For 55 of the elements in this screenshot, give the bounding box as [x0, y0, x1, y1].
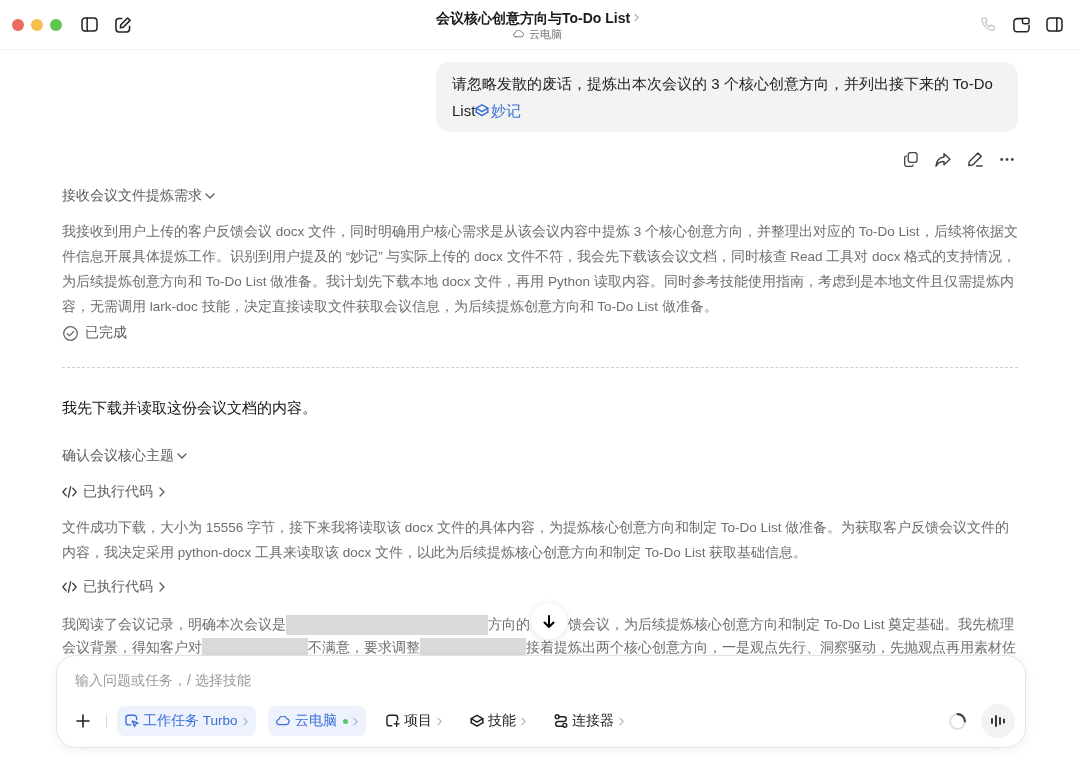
paragraph-text: 我接收到用户上传的客户反馈会议 docx 文件，同时明确用户核心需求是从该会议内容中提炼 3 个核心创意方向，并整理出对应的 To-Do List，后续将依据文件信息开展具体提炼工作。识别到用户提及的 “妙记” 与实际上传的 docx 文件不符，我会先下载该会议文档，同时核查 Read 工具对 docx 格式的支持情况，为后续提炼创意方向和 To-Do List 做准备。我计划先下载本地 docx 文件，再用 Python 读取内容。同时参考技能使用指南，考虑到是本地文件且仅需提炼内容，无需调用 lark-doc 技能，决定直接读取文件获取会议信息，为后续提炼创意方向和 To-Do List 做准备。: [62, 223, 1018, 316]
route-icon: [553, 714, 568, 728]
scroll-down-button[interactable]: [531, 603, 567, 640]
chevron-right-icon: [436, 716, 442, 726]
chevron-right-icon: [520, 716, 526, 726]
cursor-square-icon: [125, 714, 139, 728]
copy-icon[interactable]: [904, 152, 918, 167]
edit-icon[interactable]: [968, 152, 983, 167]
toolbar-button[interactable]: 项目: [377, 706, 450, 736]
section-toggle[interactable]: 确认会议核心主题: [62, 446, 187, 466]
paragraph-text: 不满意，要求调整: [308, 640, 420, 655]
code-run-toggle[interactable]: 已执行代码: [62, 577, 165, 597]
paragraph-text: 会议背景，得知客户对: [62, 640, 202, 655]
cloud-icon: [513, 29, 525, 38]
sidebar-icon[interactable]: [1046, 17, 1063, 32]
reply-text: 我先下载并读取这份会议文档的内容。: [62, 398, 318, 418]
share-icon[interactable]: [935, 152, 951, 167]
window-subtitle: 云电脑: [529, 26, 562, 41]
layers-icon: [469, 714, 484, 728]
cloud-icon: [275, 716, 291, 726]
voice-button[interactable]: [981, 704, 1015, 738]
code-icon: [62, 486, 77, 498]
note-link[interactable]: 妙记: [475, 102, 522, 119]
window-icon[interactable]: [1013, 16, 1030, 33]
toolbar-button[interactable]: 连接器: [545, 706, 632, 736]
window-title: 会议核心创意方向与To-Do List: [435, 8, 631, 27]
paragraph-text: 我阅读了会议记录，明确本次会议是: [62, 617, 286, 632]
sidebar-icon[interactable]: [81, 17, 98, 32]
code-run-toggle[interactable]: 已执行代码: [62, 482, 165, 502]
message-input[interactable]: 输入问题或任务，/ 选择技能: [75, 668, 1015, 692]
section-toggle[interactable]: 接收会议文件提炼需求: [62, 186, 215, 206]
toolbar-button[interactable]: 云电脑: [267, 706, 366, 736]
composer-panel[interactable]: 输入问题或任务，/ 选择技能 工作任务 Turbo 云电脑 项目 技能 连接器: [56, 655, 1026, 748]
chevron-right-icon: [352, 716, 358, 726]
paragraph-text: 馈会议，为后续提炼核心创意方向和制定 To-Do List 奠定基础。我先梳理: [568, 617, 1015, 632]
plus-icon[interactable]: [76, 714, 90, 728]
more-icon[interactable]: [1000, 158, 1014, 161]
spinner-icon: [949, 712, 966, 730]
chevron-right-icon: [618, 716, 624, 726]
paragraph-text: 接着提炼出两个核心创意方向，一是观点先行、洞察驱动，先抛观点再用素材佐: [526, 640, 1016, 655]
toolbar-button[interactable]: 技能: [461, 706, 534, 736]
square-plus-icon: [385, 714, 400, 728]
paragraph-text: 文件成功下载，大小为 15556 字节，接下来我将读取该 docx 文件的具体内容，为提炼核心创意方向和制定 To-Do List 做准备。为获取客户反馈会议文件的内容，我决定采用 python-docx 工具来读取该 docx 文件，以此为后续提炼核心创意方向和制定 To-Do List 获取基础信息。: [62, 519, 1011, 562]
paragraph-text: 方向的: [488, 617, 530, 632]
status-text: 已完成: [85, 324, 127, 342]
waveform-icon: [991, 715, 1005, 727]
layers-icon: [475, 104, 490, 117]
compose-icon[interactable]: [115, 16, 131, 33]
window-close-icon[interactable]: [12, 18, 24, 31]
toolbar-button[interactable]: 工作任务 Turbo: [117, 706, 256, 736]
chevron-right-icon: [242, 716, 248, 726]
code-icon: [62, 581, 77, 593]
check-circle-icon: [63, 325, 78, 341]
arrow-down-icon: [543, 614, 555, 628]
user-message: 请忽略发散的废话，提炼出本次会议的 3 个核心创意方向，并列出接下来的 To-Do List 妙记: [436, 62, 1018, 132]
